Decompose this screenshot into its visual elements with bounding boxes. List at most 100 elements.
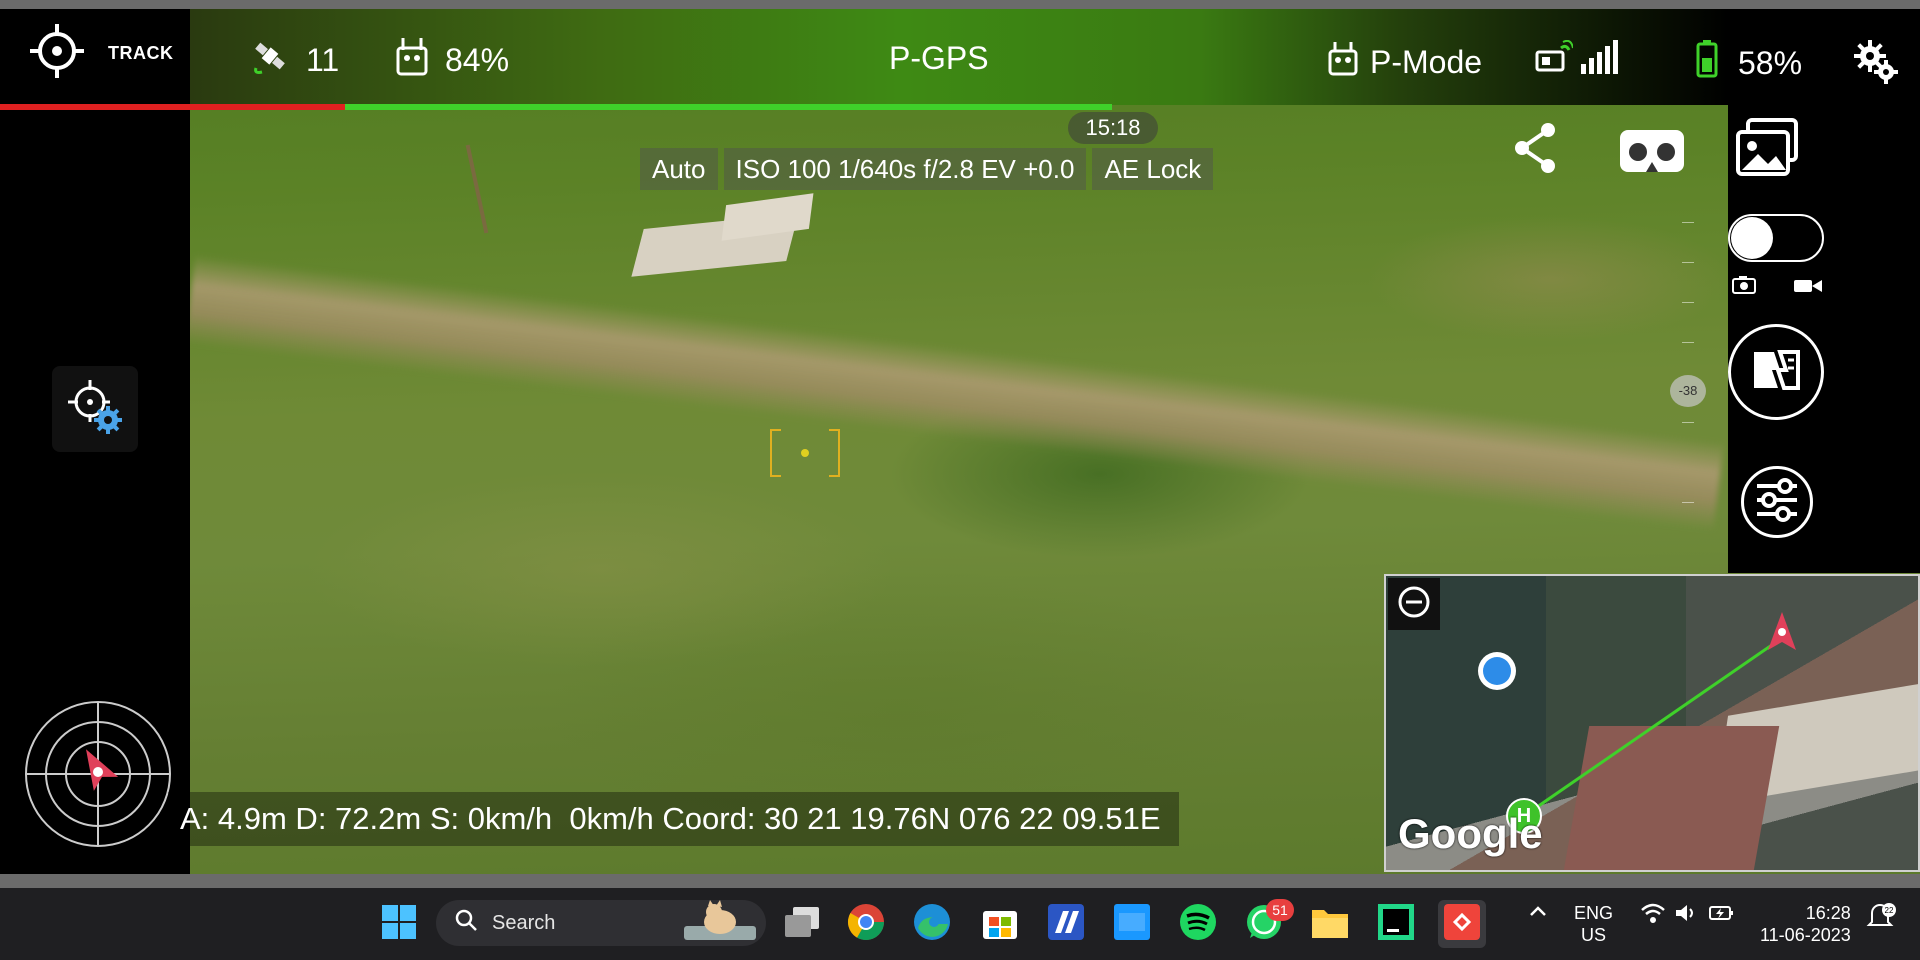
drone-battery-value: 58% (1738, 44, 1803, 81)
battery-progress-bar (0, 104, 1112, 110)
satellite-icon (250, 36, 290, 84)
rc-battery-value: 84% (445, 41, 510, 78)
spotify-icon (1178, 902, 1218, 947)
battery-charging-icon[interactable] (1708, 902, 1736, 929)
target-gear-icon (66, 378, 124, 441)
gimbal-tick (1682, 302, 1694, 303)
vr-goggles-icon[interactable] (1618, 124, 1686, 181)
gimbal-tick (1682, 222, 1694, 223)
focus-box[interactable] (769, 428, 841, 478)
clock-time: 16:28 (1805, 903, 1851, 923)
taskbar-file-explorer[interactable] (1306, 900, 1354, 948)
camera-settings-button[interactable] (1741, 466, 1813, 538)
user-location-dot (1478, 652, 1516, 690)
notification-bell-icon[interactable]: 22 (1866, 902, 1896, 935)
exposure-bar[interactable]: Auto ISO 100 1/640s f/2.8 EV +0.0 AE Loc… (640, 148, 1214, 190)
tray-overflow-chevron-icon[interactable] (1528, 902, 1548, 927)
battery-icon (1696, 40, 1718, 86)
notification-count: 22 (1885, 906, 1894, 915)
progress-green-segment (344, 104, 1112, 110)
taskbar-spotify[interactable] (1174, 900, 1222, 948)
taskbar-prime-video[interactable] (1108, 900, 1156, 948)
chrome-icon (846, 902, 886, 947)
gimbal-pitch-scale (1682, 222, 1694, 522)
system-clock[interactable]: 16:28 11-06-2023 (1760, 902, 1851, 946)
taskbar-store[interactable] (976, 900, 1024, 948)
remote-controller-icon (395, 36, 429, 84)
gimbal-tick (1682, 262, 1694, 263)
window-bottom-border (0, 874, 1920, 888)
intelligent-mode-button[interactable] (52, 366, 138, 452)
clock-date: 11-06-2023 (1760, 925, 1851, 945)
wifi-icon[interactable] (1640, 902, 1666, 929)
gimbal-tick (1682, 502, 1694, 503)
sliders-icon (1753, 477, 1801, 527)
taskbar-search[interactable]: Search (436, 900, 766, 946)
telemetry-readout: A: 4.9m D: 72.2m S: 0km/h 0km/h Coord: 3… (168, 792, 1179, 846)
remote-desktop-icon (1443, 903, 1481, 946)
crosshair-icon (28, 22, 86, 85)
gimbal-tick (1682, 422, 1694, 423)
app-icon (1047, 903, 1085, 946)
mini-map[interactable]: H Google (1384, 574, 1920, 872)
stone-slab (721, 193, 814, 241)
recording-time: 15:18 (1068, 112, 1158, 144)
volume-icon[interactable] (1674, 902, 1698, 929)
windows-taskbar: Search ENG US 16:28 11-06-2023 22 (0, 888, 1920, 960)
satellite-count: 11 (250, 36, 339, 84)
store-icon (981, 903, 1019, 946)
prime-video-icon (1113, 903, 1151, 946)
gear-icon[interactable] (1854, 40, 1898, 89)
remote-controller-icon (1328, 40, 1358, 84)
signal-bars-icon (1579, 40, 1619, 79)
video-icon (1794, 278, 1822, 299)
search-icon (454, 908, 478, 938)
gps-mode: P-GPS (889, 40, 989, 76)
start-button[interactable] (375, 900, 423, 948)
whatsapp-unread-badge: 51 (1266, 899, 1294, 921)
zoom-out-button[interactable] (1388, 578, 1440, 630)
search-placeholder: Search (492, 911, 556, 934)
gallery-icon[interactable] (1734, 118, 1800, 183)
attitude-radar[interactable] (22, 698, 174, 855)
toggle-knob (1731, 217, 1773, 259)
track-button[interactable]: TRACK (28, 22, 174, 85)
exposure-values[interactable]: ISO 100 1/640s f/2.8 EV +0.0 (723, 148, 1087, 190)
ae-lock[interactable]: AE Lock (1092, 148, 1214, 190)
window-top-border (0, 0, 1920, 9)
folder-icon (1310, 904, 1350, 945)
flight-mode[interactable]: P-Mode (1328, 40, 1482, 84)
share-icon[interactable] (1512, 122, 1560, 179)
taskbar-task-view[interactable] (778, 900, 826, 948)
exposure-mode[interactable]: Auto (640, 148, 718, 190)
rc-battery: 84% (395, 36, 509, 84)
wooden-stake (465, 144, 489, 234)
task-view-icon (783, 905, 821, 944)
flight-mode-label: P-Mode (1370, 43, 1483, 80)
gimbal-mode-icon (1750, 348, 1802, 397)
region-code: US (1581, 925, 1607, 945)
gimbal-pitch-value: -38 (1670, 375, 1706, 407)
windows-icon (381, 904, 417, 945)
drone-battery: 58% (1696, 40, 1802, 86)
taskbar-pycharm[interactable] (1372, 900, 1420, 948)
taskbar-edge[interactable] (908, 900, 956, 948)
search-highlight-icon (684, 900, 756, 946)
taskbar-app-blue[interactable] (1042, 900, 1090, 948)
camera-icon (1732, 276, 1756, 299)
minus-icon (1397, 585, 1431, 624)
edge-icon (912, 902, 952, 947)
video-link-icon (1535, 39, 1574, 79)
input-language[interactable]: ENG US (1574, 902, 1613, 946)
gimbal-tick (1682, 342, 1694, 343)
photo-video-toggle[interactable] (1728, 214, 1824, 262)
language-code: ENG (1574, 903, 1614, 923)
taskbar-chrome[interactable] (842, 900, 890, 948)
track-label: TRACK (108, 43, 174, 63)
shutter-button[interactable] (1728, 324, 1824, 420)
satellite-count-value: 11 (306, 41, 340, 78)
progress-red-segment (0, 104, 345, 110)
taskbar-anydesk[interactable] (1438, 900, 1486, 948)
google-logo: Google (1398, 810, 1543, 857)
signal-strength (1535, 39, 1619, 79)
